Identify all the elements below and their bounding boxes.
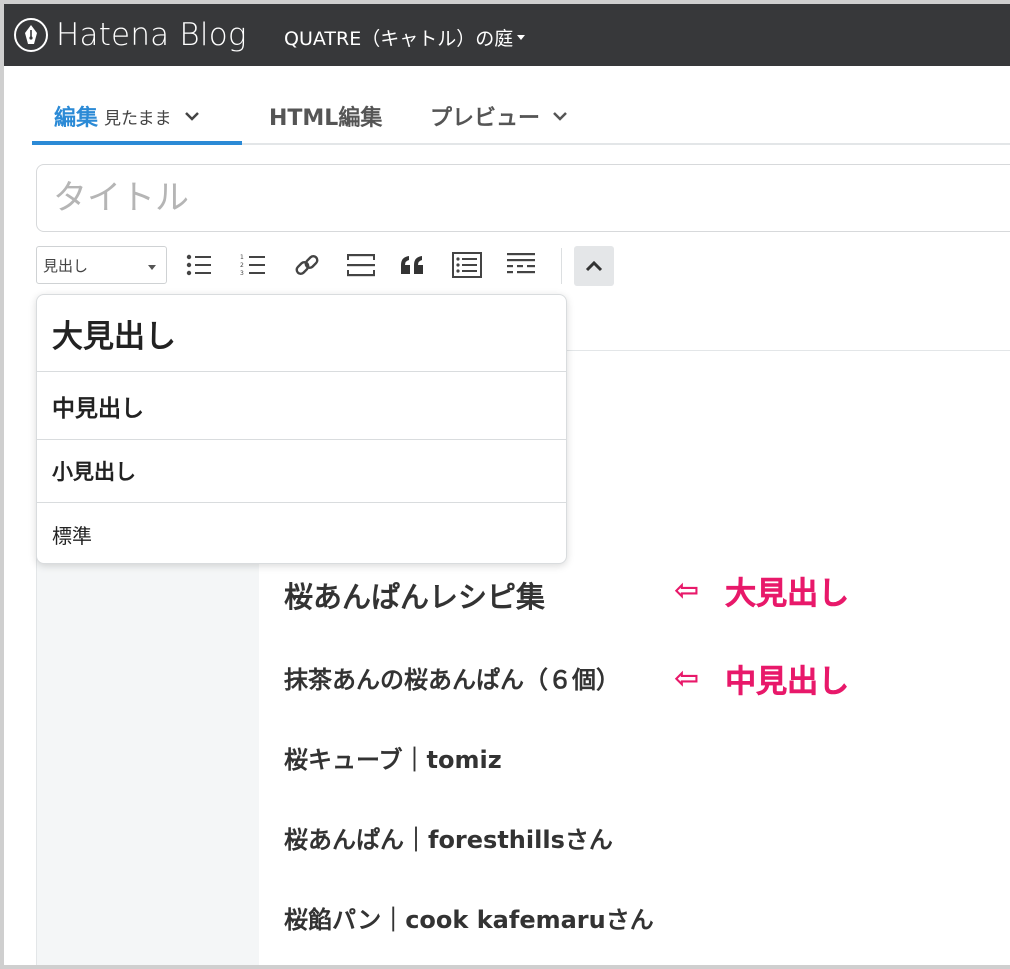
- content-line[interactable]: 桜あんぱん｜foresthillsさん: [284, 820, 613, 855]
- active-tab-indicator: [32, 141, 242, 145]
- caret-down-icon: [517, 35, 526, 40]
- svg-text:2: 2: [240, 262, 244, 269]
- menu-item-normal[interactable]: 標準: [37, 503, 566, 563]
- menu-item-heading-small[interactable]: 小見出し: [37, 440, 566, 503]
- read-more-icon[interactable]: [501, 246, 541, 284]
- svg-text:3: 3: [240, 270, 244, 277]
- tab-html-edit-label: HTML編集: [269, 106, 383, 131]
- hatena-blog-logo[interactable]: Hatena Blog: [14, 17, 247, 53]
- editor-window: Hatena Blog QUATRE（キャトル）の庭 編集 見たまま HTML編…: [0, 0, 1010, 969]
- heading-select[interactable]: 見出し: [36, 246, 167, 284]
- collapse-icon[interactable]: [574, 246, 614, 286]
- content-line[interactable]: 桜キューブ｜tomiz: [284, 740, 502, 775]
- blog-switcher[interactable]: QUATRE（キャトル）の庭: [284, 24, 526, 51]
- tab-edit-mode: 見たまま: [104, 108, 172, 129]
- menu-item-heading-medium[interactable]: 中見出し: [37, 372, 566, 440]
- tab-html-edit[interactable]: HTML編集: [269, 100, 382, 132]
- tab-preview-label: プレビュー: [430, 106, 541, 131]
- table-of-contents-icon[interactable]: [447, 246, 487, 284]
- logo-text: Hatena Blog: [56, 17, 247, 53]
- content-heading-medium[interactable]: 抹茶あんの桜あんぱん（６個）: [284, 660, 620, 695]
- top-bar: Hatena Blog QUATRE（キャトル）の庭: [4, 4, 1010, 66]
- format-toolbar: 見出し 1 2 3: [36, 246, 1010, 286]
- left-arrow-icon: ⇦: [674, 661, 700, 696]
- horizontal-rule-icon[interactable]: [341, 246, 381, 284]
- heading-select-value: 見出し: [43, 256, 89, 275]
- fountain-pen-icon: [14, 18, 48, 52]
- svg-text:1: 1: [240, 254, 244, 261]
- blog-name: QUATRE（キャトル）の庭: [284, 28, 514, 50]
- bullet-list-icon[interactable]: [179, 246, 219, 284]
- content-heading-large[interactable]: 桜あんぱんレシピ集: [284, 574, 545, 616]
- tab-preview[interactable]: プレビュー: [430, 100, 568, 132]
- tab-edit-label: 編集: [54, 106, 99, 131]
- editor-mode-tabs: 編集 見たまま HTML編集 プレビュー: [32, 66, 1010, 145]
- annotation-medium-heading: ⇦ 中見出し: [674, 656, 849, 701]
- tab-edit[interactable]: 編集 見たまま: [54, 100, 200, 132]
- chevron-down-icon[interactable]: [184, 111, 200, 121]
- menu-item-heading-large[interactable]: 大見出し: [37, 295, 566, 372]
- left-arrow-icon: ⇦: [674, 573, 700, 608]
- heading-dropdown-menu: 大見出し 中見出し 小見出し 標準: [36, 294, 567, 564]
- link-icon[interactable]: [287, 246, 327, 284]
- title-input[interactable]: [36, 164, 1010, 232]
- annotation-label: 大見出し: [725, 576, 850, 613]
- content-line[interactable]: 桜餡パン｜cook kafemaruさん: [284, 900, 654, 935]
- numbered-list-icon[interactable]: 1 2 3: [233, 246, 273, 284]
- toolbar-divider: [561, 248, 562, 284]
- annotation-label: 中見出し: [725, 664, 850, 701]
- dropdown-arrow-icon: [148, 265, 156, 270]
- chevron-down-icon[interactable]: [552, 111, 568, 121]
- annotation-large-heading: ⇦ 大見出し: [674, 568, 849, 613]
- blockquote-icon[interactable]: [393, 246, 433, 284]
